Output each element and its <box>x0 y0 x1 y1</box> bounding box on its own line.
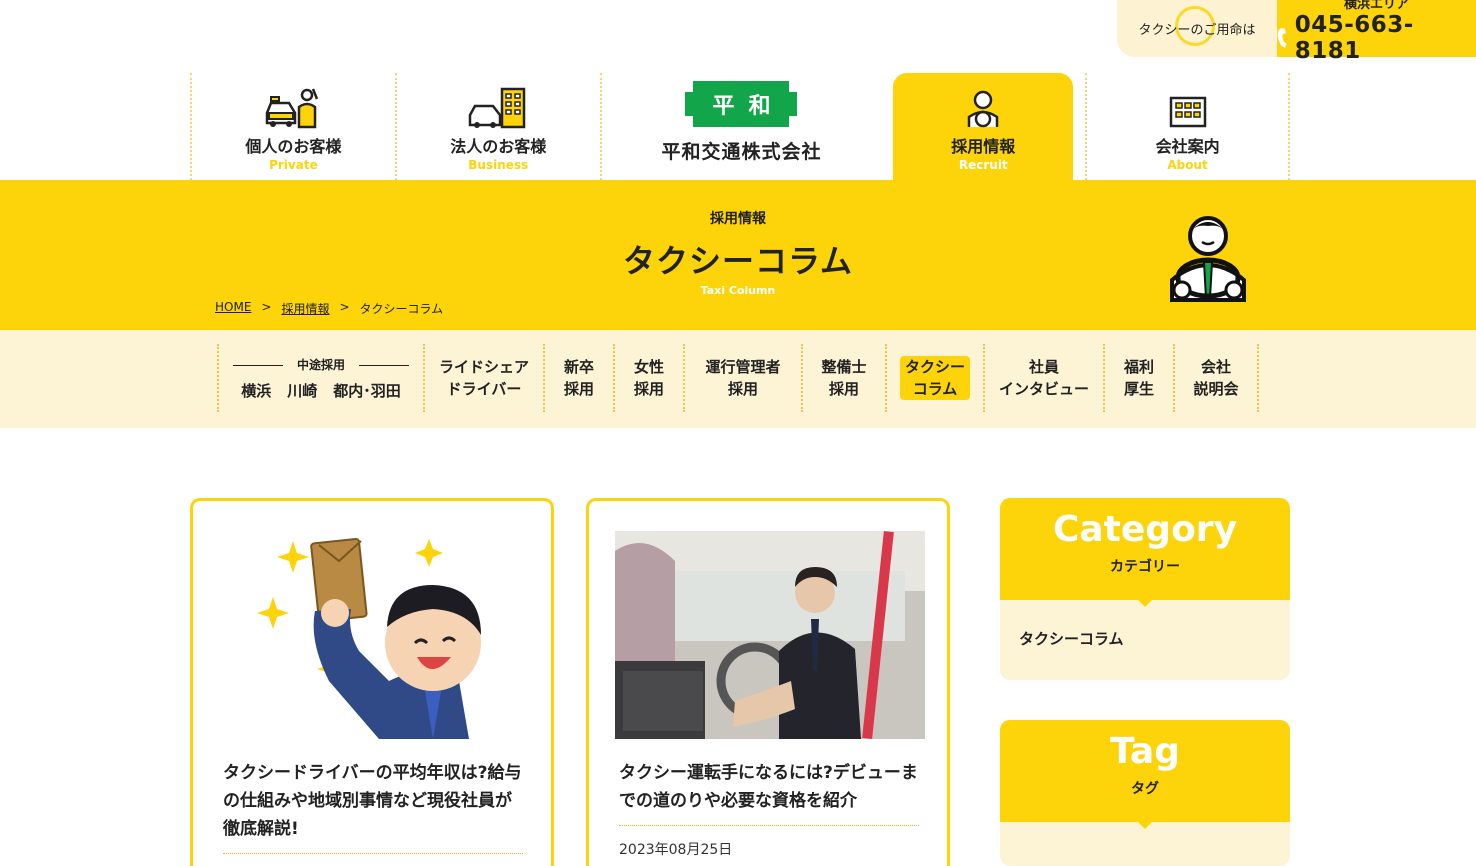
sidebar-tag: Tag タグ <box>1000 720 1290 866</box>
salary-envelope-illustration <box>257 538 481 739</box>
breadcrumb-sep: > <box>339 300 350 314</box>
contact-bar: タクシーのご用命は 横浜エリア 045-663-8181 <box>1117 0 1476 64</box>
article-thumbnail[interactable] <box>219 531 529 739</box>
hero-band: 採用情報 タクシーコラム Taxi Column HOME > 採用情報 > タ… <box>0 180 1476 330</box>
article-thumbnail[interactable] <box>615 531 925 739</box>
subnav-briefing[interactable]: 会社 説明会 <box>1173 344 1259 412</box>
nav-about[interactable]: 会社案内 About <box>1085 73 1290 180</box>
phone-number-text: 045-663-8181 <box>1294 12 1414 64</box>
phone-button[interactable]: 横浜エリア 045-663-8181 <box>1277 0 1476 64</box>
tag-heading-en: Tag <box>1110 731 1180 772</box>
nav-about-label: 会社案内 <box>1155 137 1220 156</box>
subnav-tokyo-haneda[interactable]: 都内･羽田 <box>333 380 401 402</box>
subnav-welfare[interactable]: 福利 厚生 <box>1103 344 1173 412</box>
subnav-interview[interactable]: 社員 インタビュー <box>983 344 1103 412</box>
subnav-women[interactable]: 女性 採用 <box>613 344 683 412</box>
category-heading-en: Category <box>1052 509 1238 550</box>
taxi-person-icon <box>266 88 319 129</box>
tag-header: Tag タグ <box>1000 720 1290 829</box>
sidebar-category: Category カテゴリー タクシーコラム <box>1000 498 1290 680</box>
nav-business-label: 法人のお客様 <box>450 137 547 156</box>
nav-about-en: About <box>1167 158 1208 172</box>
nav-business-en: Business <box>468 158 529 172</box>
nav-private-en: Private <box>269 158 318 172</box>
taxi-driver-photo <box>615 531 925 739</box>
article-card[interactable]: タクシードライバーの平均年収は?給与の仕組みや地域別事情など現役社員が徹底解説! <box>190 498 554 866</box>
logo-mark: 平和 <box>685 81 798 127</box>
company-name: 平和交通株式会社 <box>661 141 822 163</box>
subnav-midcareer: 中途採用 横浜 川崎 都内･羽田 <box>217 344 423 412</box>
breadcrumb-recruit[interactable]: 採用情報 <box>281 300 329 317</box>
site-logo[interactable]: 平和 平和交通株式会社 <box>599 73 882 180</box>
driver-icon <box>968 90 999 128</box>
logo-mark-text: 平和 <box>712 94 785 119</box>
breadcrumb-sep: > <box>261 300 272 314</box>
contact-area: 横浜エリア <box>1343 0 1409 12</box>
subnav-yokohama[interactable]: 横浜 <box>241 380 271 402</box>
subnav-kawasaki[interactable]: 川崎 <box>287 380 317 402</box>
midcareer-heading: 中途採用 <box>233 354 409 376</box>
breadcrumb-home[interactable]: HOME <box>215 300 251 317</box>
phone-number[interactable]: 045-663-8181 <box>1277 12 1476 64</box>
car-building-icon <box>468 87 526 129</box>
nav-private-label: 個人のお客様 <box>245 137 342 156</box>
nav-recruit-label: 採用情報 <box>951 137 1016 156</box>
breadcrumb-current: タクシーコラム <box>359 302 444 316</box>
nav-recruit-en: Recruit <box>958 158 1008 172</box>
nav-private[interactable]: 個人のお客様 Private <box>190 73 395 180</box>
divider <box>223 853 523 854</box>
subnav-new-grad[interactable]: 新卒 採用 <box>543 344 613 412</box>
recruit-subnav: 中途採用 横浜 川崎 都内･羽田 ライドシェア ドライバー 新卒 採用 女性 採用 運… <box>0 330 1476 428</box>
nav-business[interactable]: 法人のお客様 Business <box>394 73 600 180</box>
nav-recruit[interactable]: 採用情報 Recruit <box>893 73 1074 180</box>
main-nav: 個人のお客様 Private 法人のお客様 Business 平和 平和交通株式… <box>190 73 1290 180</box>
article-title[interactable]: タクシー運転手になるには?デビューまでの道のりや必要な資格を紹介 <box>619 759 919 815</box>
category-heading-ja: カテゴリー <box>1110 559 1180 575</box>
office-icon <box>1169 96 1206 128</box>
contact-label: タクシーのご用命は <box>1117 0 1277 57</box>
subnav-operation-manager[interactable]: 運行管理者 採用 <box>683 344 801 412</box>
driver-illustration-icon <box>1170 216 1246 302</box>
category-header: Category カテゴリー <box>1000 498 1290 607</box>
article-card[interactable]: タクシー運転手になるには?デビューまでの道のりや必要な資格を紹介 2023年08… <box>586 498 950 866</box>
page-title-en: Taxi Column <box>700 284 776 297</box>
page-title: タクシーコラム <box>622 242 854 280</box>
subnav-taxi-column[interactable]: タクシー コラム <box>885 344 983 412</box>
subnav-rideshare[interactable]: ライドシェア ドライバー <box>423 344 543 412</box>
article-date: 2023年08月25日 <box>619 842 733 858</box>
tag-heading-ja: タグ <box>1131 781 1159 797</box>
contact-label-text: タクシーのご用命は <box>1138 23 1256 38</box>
category-link-taxi-column[interactable]: タクシーコラム <box>1000 600 1290 677</box>
phone-icon <box>1277 28 1287 48</box>
subnav-mechanic[interactable]: 整備士 採用 <box>801 344 885 412</box>
hero-subtitle: 採用情報 <box>710 211 766 227</box>
breadcrumb: HOME > 採用情報 > タクシーコラム <box>215 300 443 317</box>
divider <box>619 825 919 826</box>
article-title[interactable]: タクシードライバーの平均年収は?給与の仕組みや地域別事情など現役社員が徹底解説! <box>223 759 523 843</box>
